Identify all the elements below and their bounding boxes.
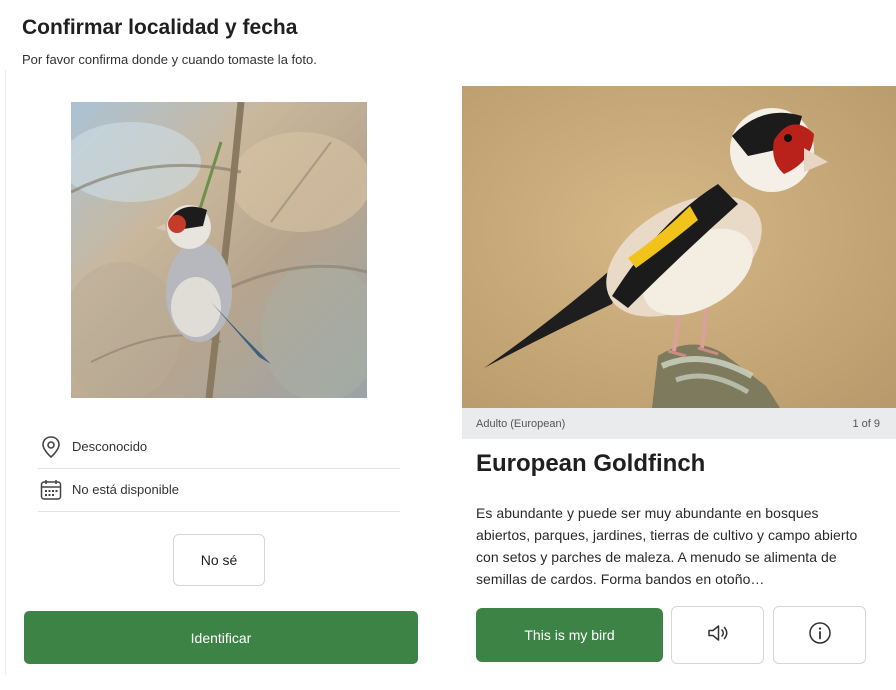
info-icon [808,621,832,650]
confirm-panel: Confirmar localidad y fecha Por favor co… [0,0,440,690]
species-description: Es abundante y puede ser muy abundante e… [476,505,858,587]
location-value: Desconocido [72,439,148,454]
identify-button[interactable]: Identificar [24,611,418,664]
photo-caption-bar: Adulto (European) 1 of 9 [462,408,896,439]
page-subtitle: Por favor confirma donde y cuando tomast… [22,52,317,67]
date-row[interactable]: No está disponible [38,468,400,512]
species-photo[interactable] [462,86,896,408]
result-card: Adulto (European) 1 of 9 European Goldfi… [462,86,896,690]
play-sound-button[interactable] [671,606,764,664]
date-value: No está disponible [72,482,179,497]
panel-divider [5,70,6,675]
dont-know-button[interactable]: No sé [173,534,265,586]
location-pin-icon [38,434,64,460]
speaker-icon [706,621,730,650]
photo-counter: 1 of 9 [852,417,880,430]
page-title: Confirmar localidad y fecha [22,16,298,39]
user-bird-photo [71,102,367,398]
this-is-my-bird-button[interactable]: This is my bird [476,608,663,662]
calendar-icon [38,477,64,503]
photo-caption: Adulto (European) [476,417,566,430]
species-name: European Goldfinch [476,450,706,477]
species-info-button[interactable] [773,606,866,664]
location-row[interactable]: Desconocido [38,425,400,469]
